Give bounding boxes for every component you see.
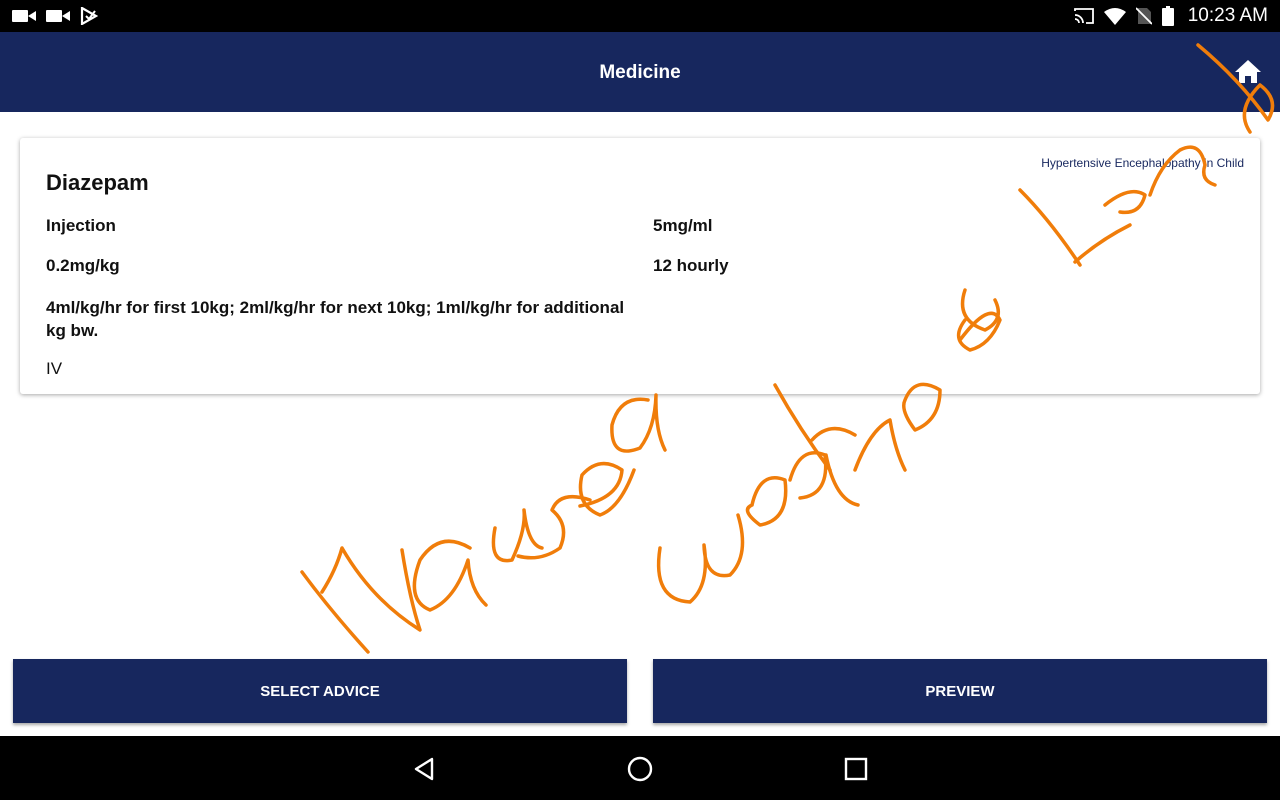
home-icon[interactable] <box>1234 58 1262 84</box>
handwritten-word-nausea <box>300 393 667 654</box>
back-icon[interactable] <box>410 754 440 784</box>
notification-icons <box>12 5 98 27</box>
diagnosis-label: Hypertensive Encephalopathy in Child <box>1041 156 1244 170</box>
wifi-icon <box>1103 8 1126 25</box>
clock: 10:23 AM <box>1187 5 1268 26</box>
drug-form: Injection <box>46 216 116 235</box>
drug-frequency: 12 hourly <box>653 256 729 275</box>
battery-icon <box>1161 6 1174 26</box>
drug-notes: 4ml/kg/hr for first 10kg; 2ml/kg/hr for … <box>46 298 625 340</box>
medicine-card[interactable]: Hypertensive Encephalopathy in Child Dia… <box>20 138 1260 394</box>
drug-name: Diazepam <box>46 170 149 195</box>
recent-apps-icon[interactable] <box>841 754 871 784</box>
play-store-notification-icon <box>80 7 98 25</box>
home-circle-icon[interactable] <box>625 754 655 784</box>
navigation-bar <box>0 736 1280 800</box>
system-icons: 10:23 AM <box>1073 4 1268 28</box>
video-notification-icon <box>46 10 70 22</box>
page-title: Medicine <box>599 62 681 83</box>
drug-route: IV <box>46 359 63 378</box>
cast-icon <box>1073 8 1094 24</box>
select-advice-button[interactable]: SELECT ADVICE <box>13 659 627 723</box>
status-bar: 10:23 AM <box>0 0 1280 32</box>
preview-button[interactable]: PREVIEW <box>653 659 1267 723</box>
video-notification-icon <box>12 10 36 22</box>
drug-strength: 5mg/ml <box>653 216 713 235</box>
drug-dose: 0.2mg/kg <box>46 256 120 275</box>
app-bar: Medicine <box>0 32 1280 112</box>
no-sim-icon <box>1135 7 1152 25</box>
